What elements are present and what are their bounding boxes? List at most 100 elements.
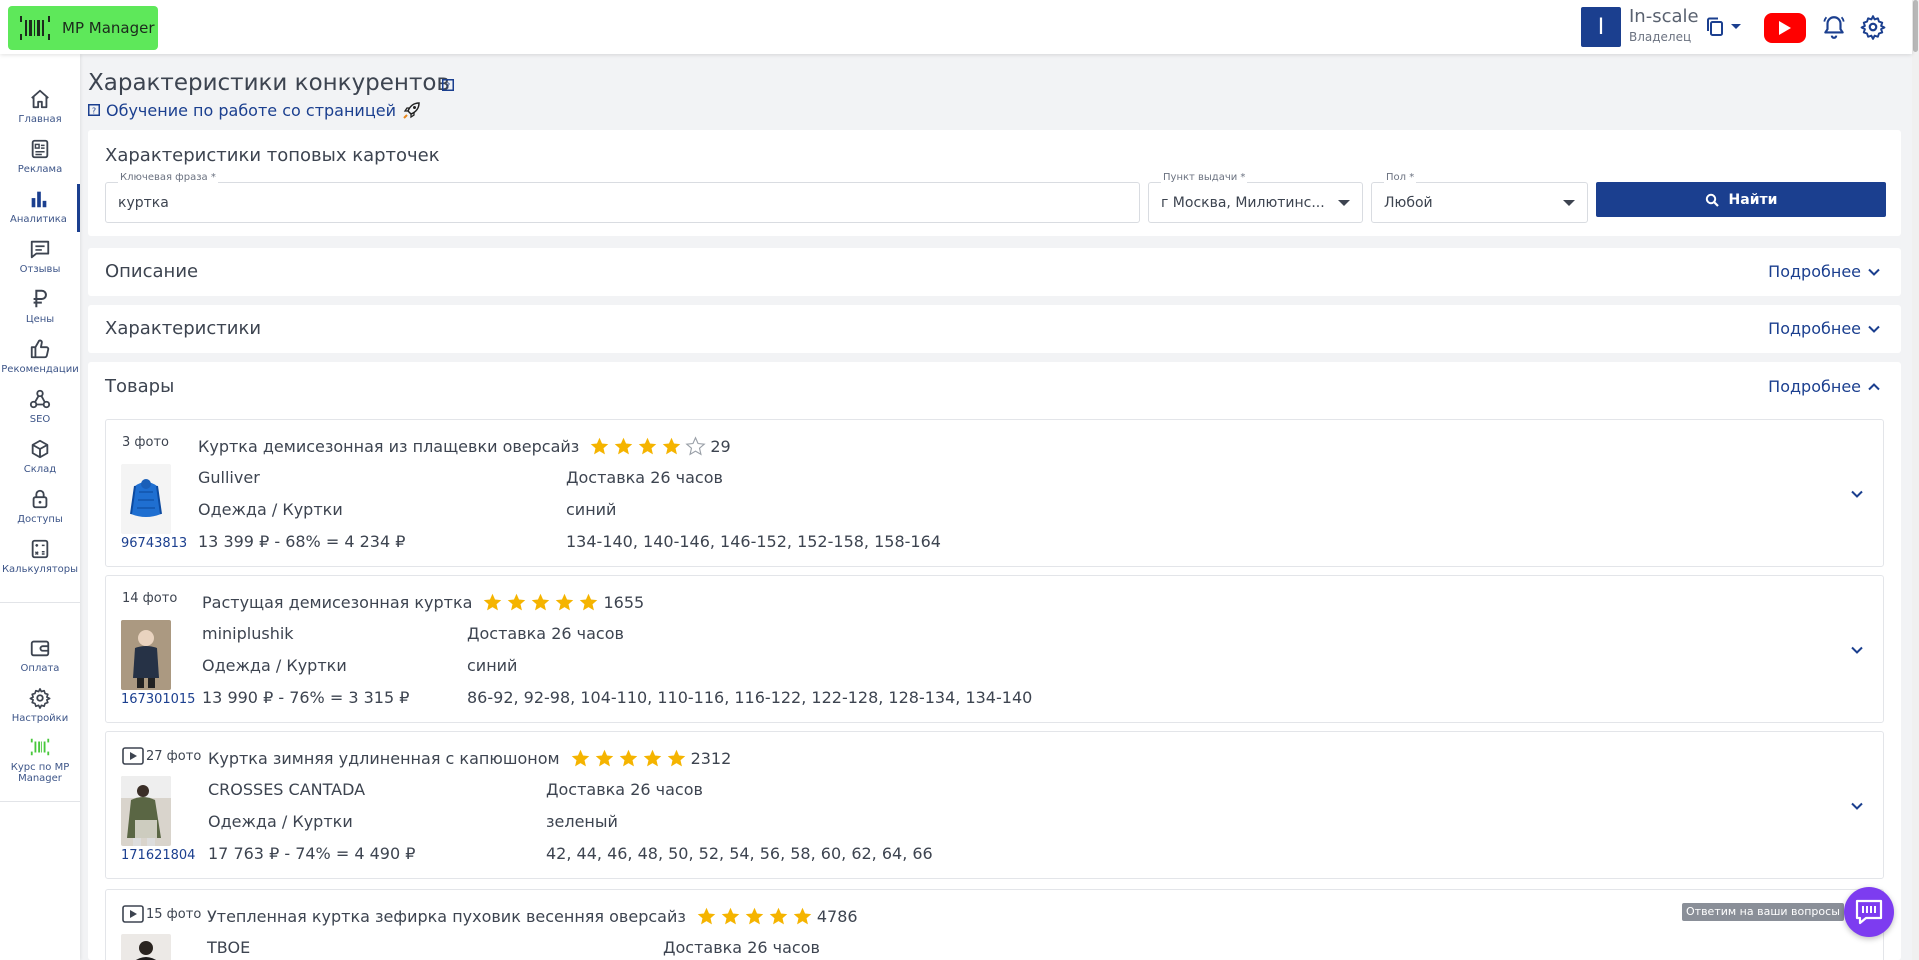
page-scrollbar[interactable] xyxy=(1912,0,1919,960)
products-title: Товары xyxy=(105,376,175,397)
characteristics-section: Характеристики Подробнее xyxy=(88,305,1901,353)
support-chat-button[interactable] xyxy=(1844,887,1894,937)
characteristics-more-link[interactable]: Подробнее xyxy=(1768,319,1881,338)
products-more-link[interactable]: Подробнее xyxy=(1768,377,1881,396)
description-more-link[interactable]: Подробнее xyxy=(1768,262,1881,281)
guide-link[interactable]: ? Обучение по работе со страницей xyxy=(88,100,422,120)
star-filled-icon xyxy=(580,593,598,611)
notifications-button[interactable] xyxy=(1821,14,1847,40)
star-filled-icon xyxy=(595,749,613,767)
chevron-down-icon[interactable] xyxy=(1849,486,1865,502)
scrollbar-thumb[interactable] xyxy=(1913,0,1918,52)
star-filled-icon xyxy=(591,437,609,455)
sidebar-item-reviews[interactable]: Отзывы xyxy=(0,234,80,282)
star-filled-icon xyxy=(639,437,657,455)
photo-count-text: 15 фото xyxy=(146,906,202,922)
sidebar-item-seo[interactable]: SEO xyxy=(0,384,80,432)
product-title[interactable]: Куртка демисезонная из плащевки оверсайз… xyxy=(198,436,731,457)
chevron-up-icon xyxy=(1868,382,1880,390)
product-id[interactable]: 167301015 xyxy=(121,692,195,707)
sidebar-label: Аналитика xyxy=(10,214,67,225)
sidebar-item-home[interactable]: Главная xyxy=(0,84,80,132)
product-delivery: Доставка 26 часов xyxy=(546,780,703,799)
photo-count: 3 фото xyxy=(122,435,169,450)
search-button-label: Найти xyxy=(1728,191,1778,208)
caret-down-icon xyxy=(1338,200,1350,206)
account-name[interactable]: In-scale xyxy=(1629,6,1699,27)
guide-link-text: Обучение по работе со страницей xyxy=(106,100,396,120)
photo-count: 27 фото xyxy=(122,747,201,765)
sidebar-item-recommendations[interactable]: Рекомендации xyxy=(0,334,80,382)
photo-count-text: 3 фото xyxy=(122,435,169,450)
copy-icon xyxy=(1707,17,1723,36)
pickup-label: Пункт выдачи * xyxy=(1161,172,1248,183)
product-brand: miniplushik xyxy=(202,624,294,643)
star-filled-icon xyxy=(667,749,685,767)
search-button[interactable]: Найти xyxy=(1596,182,1886,217)
sidebar-label: Отзывы xyxy=(19,264,61,275)
account-switch-button[interactable] xyxy=(1706,14,1746,40)
product-title[interactable]: Растущая демисезонная куртка 1655 xyxy=(202,592,644,613)
product-thumbnail[interactable] xyxy=(121,776,171,846)
sidebar-item-prices[interactable]: Цены xyxy=(0,284,80,332)
sidebar-label: Цены xyxy=(25,314,55,325)
chevron-down-icon[interactable] xyxy=(1849,642,1865,658)
product-name: Куртка зимняя удлиненная с капюшоном xyxy=(208,749,560,768)
gender-select[interactable]: Пол * Любой xyxy=(1371,172,1588,223)
chat-icon xyxy=(1855,899,1883,925)
wallet-icon xyxy=(30,640,50,657)
product-card[interactable]: 15 фото Утепленная куртка зефирка пухови… xyxy=(105,889,1884,960)
help-icon[interactable]: ? xyxy=(442,79,454,91)
chevron-down-icon xyxy=(1731,24,1741,29)
product-brand: CROSSES CANTADA xyxy=(208,780,366,799)
product-title[interactable]: Утепленная куртка зефирка пуховик весенн… xyxy=(207,906,858,927)
sidebar-item-payment[interactable]: Оплата xyxy=(0,633,80,681)
star-filled-icon xyxy=(571,749,589,767)
product-delivery: Доставка 26 часов xyxy=(566,468,723,487)
product-color: синий xyxy=(467,656,518,675)
product-thumbnail[interactable] xyxy=(121,620,171,690)
keyword-value: куртка xyxy=(118,195,169,211)
product-sizes: 134-140, 140-146, 146-152, 152-158, 158-… xyxy=(566,532,941,551)
play-icon xyxy=(1779,21,1791,35)
product-card[interactable]: 3 фото 96743813 Куртка демисезонная из п… xyxy=(105,419,1884,567)
product-card[interactable]: 27 фото 171621804 Куртка зимняя удлиненн… xyxy=(105,731,1884,879)
product-category: Одежда / Куртки xyxy=(202,656,347,675)
youtube-button[interactable] xyxy=(1764,13,1806,43)
ads-icon xyxy=(31,139,49,159)
keyword-field[interactable]: Ключевая фраза * куртка xyxy=(105,172,1140,223)
chevron-down-icon xyxy=(1868,325,1880,333)
star-filled-icon xyxy=(556,593,574,611)
sidebar-item-calculators[interactable]: Калькуляторы xyxy=(0,534,80,582)
product-color: зеленый xyxy=(546,812,618,831)
sidebar-label: Главная xyxy=(18,114,62,125)
chevron-down-icon[interactable] xyxy=(1849,798,1865,814)
product-thumbnail[interactable] xyxy=(121,934,171,960)
sidebar-label: Калькуляторы xyxy=(1,564,79,575)
sidebar-item-ads[interactable]: Реклама xyxy=(0,134,80,182)
product-category: Одежда / Куртки xyxy=(208,812,353,831)
sidebar-item-analytics[interactable]: Аналитика xyxy=(0,184,80,232)
app-logo[interactable]: MP Manager xyxy=(8,6,158,50)
product-title[interactable]: Куртка зимняя удлиненная с капюшоном 231… xyxy=(208,748,731,769)
product-thumbnail[interactable] xyxy=(121,464,171,534)
sidebar-item-access[interactable]: Доступы xyxy=(0,484,80,532)
sidebar-item-warehouse[interactable]: Склад xyxy=(0,434,80,482)
star-filled-icon xyxy=(697,907,716,925)
sidebar-item-settings[interactable]: Настройки xyxy=(0,683,80,731)
gear-icon xyxy=(29,688,51,709)
ruble-icon xyxy=(33,289,47,308)
pickup-point-select[interactable]: Пункт выдачи * г Москва, Милютинс... xyxy=(1148,172,1363,223)
star-empty-icon xyxy=(685,436,706,456)
settings-button[interactable] xyxy=(1860,14,1886,40)
video-icon xyxy=(122,747,144,765)
sidebar-item-course[interactable]: Курс по MP Manager xyxy=(0,732,80,792)
gender-value: Любой xyxy=(1384,195,1433,211)
product-card[interactable]: 14 фото 167301015 Растущая демисезонная … xyxy=(105,575,1884,723)
product-delivery: Доставка 26 часов xyxy=(467,624,624,643)
user-avatar[interactable]: I xyxy=(1581,7,1621,47)
page-title: Характеристики конкурентов xyxy=(88,70,450,96)
product-id[interactable]: 96743813 xyxy=(121,536,187,551)
reviews-count: 2312 xyxy=(690,749,732,768)
product-id[interactable]: 171621804 xyxy=(121,848,195,863)
